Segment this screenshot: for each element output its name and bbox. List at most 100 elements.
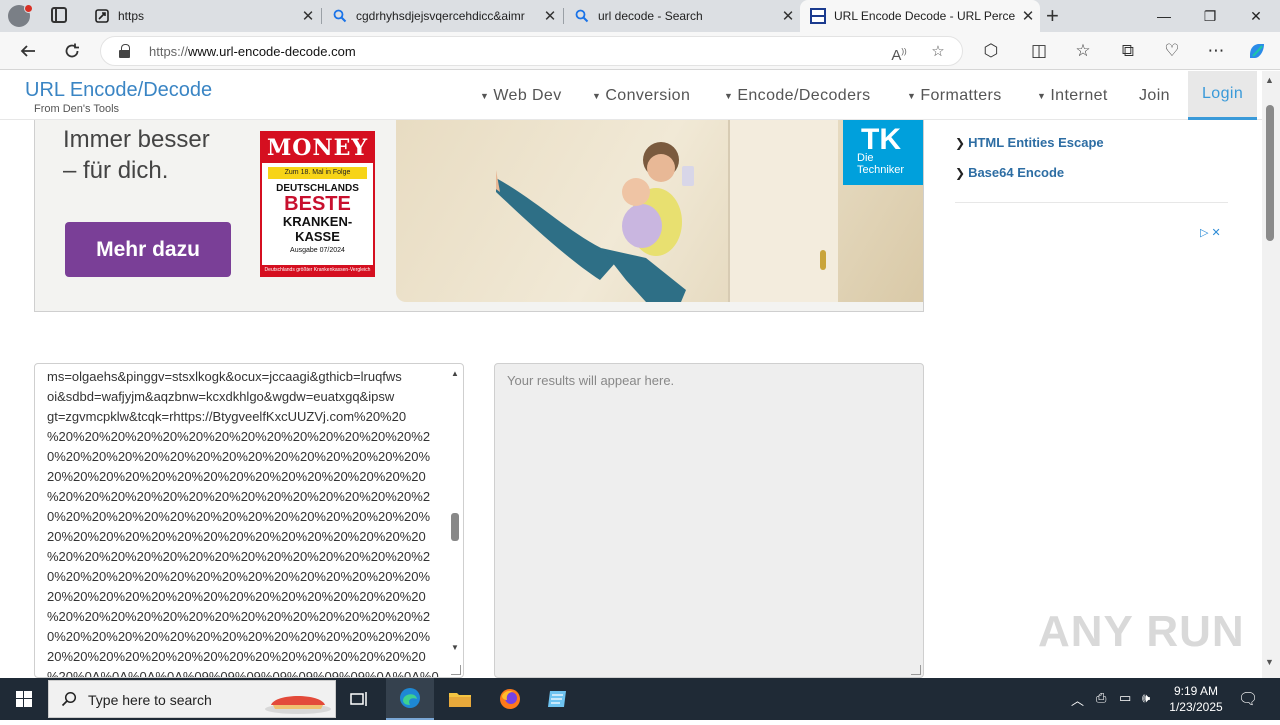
chevron-right-icon: ❯ [955,166,966,180]
lock-icon[interactable] [119,44,130,58]
copilot-icon[interactable] [1243,38,1271,64]
caret-down-icon: ▼ [724,90,734,101]
page-scrollbar[interactable]: ▲ ▼ [1262,71,1280,678]
web-page: URL Encode/Decode From Den's Tools ▼ Web … [0,71,1262,678]
notepad-icon[interactable] [534,678,582,720]
woman-with-baby-illustration [496,142,694,302]
textarea-scroll-thumb[interactable] [451,513,459,541]
sidebar-link-html-entities-escape[interactable]: ❯ HTML Entities Escape [955,135,1104,150]
close-window-icon[interactable]: ✕ [1233,0,1279,32]
input-text-line: 20%20%20%20%20%20%20%20%20%20%20%20%20%2… [47,529,426,544]
search-icon [574,8,590,24]
restore-icon[interactable]: ❐ [1187,0,1233,32]
nav-internet[interactable]: ▼ Internet [1037,71,1108,120]
taskbar-search-box[interactable]: Type here to search [48,680,336,718]
favorite-star-icon[interactable]: ☆ [927,41,949,63]
tk-logo: TK Die Techniker [843,120,923,185]
browser-tab-query[interactable]: cgdrhyhsdjejsvqercehdicc&aimr ✕ [322,0,562,32]
site-brand-link[interactable]: URL Encode/Decode [25,79,212,102]
extensions-icon[interactable]: ⬡ [977,38,1005,64]
more-menu-icon[interactable]: ⋯ [1202,38,1230,64]
adchoices-icon[interactable]: ▷ ✕ [1200,226,1221,239]
results-output-textarea[interactable]: Your results will appear here. [494,363,924,678]
input-text-line: %20%20%20%20%20%20%20%20%20%20%20%20%20%… [47,429,431,444]
windows-taskbar: Type here to search ︿ ⎙ ▭ 🕪 9:19 AM 1/23… [0,678,1280,720]
input-text-line: oi&sdbd=wafjyjm&aqzbnw=kcxdkhlgo&wgdw=eu… [47,389,395,404]
scroll-down-icon[interactable]: ▼ [1265,657,1274,667]
edge-taskbar-icon[interactable] [386,678,434,720]
taskbar-clock[interactable]: 9:19 AM 1/23/2025 [1160,683,1232,715]
input-text-line: %20%20%20%20%20%20%20%20%20%20%20%20%20%… [47,609,431,624]
page-icon [94,8,110,24]
close-tab-icon[interactable]: ✕ [296,7,320,25]
profile-avatar-icon[interactable] [8,4,33,27]
tab-actions-icon[interactable] [51,7,67,23]
input-text-line: %20%20%20%20%20%20%20%20%20%20%20%20%20%… [47,549,431,564]
refresh-icon[interactable] [58,38,86,64]
input-text-line: %20%0A%0A%0A%0A%09%09%09%09%09%09%09%0A%… [47,669,439,678]
ad-mehr-dazu-button[interactable]: Mehr dazu [65,222,231,277]
browser-tab-https[interactable]: https ✕ [84,0,320,32]
nav-web-dev[interactable]: ▼ Web Dev [480,71,562,120]
new-tab-icon[interactable]: + [1046,3,1059,29]
input-text-line: 0%20%20%20%20%20%20%20%20%20%20%20%20%20… [47,509,431,524]
nav-formatters[interactable]: ▼ Formatters [907,71,1002,120]
volume-icon[interactable]: 🕪 [1142,690,1150,706]
results-placeholder: Your results will appear here. [507,373,675,388]
ad-photo: TK Die Techniker [396,120,923,302]
address-bar[interactable]: https://www.url-encode-decode.com A)) ☆ [100,36,963,66]
input-text-content[interactable]: ms=olgaehs&pinggv=stsxlkogk&ocux=jccaagi… [47,367,439,678]
read-aloud-icon[interactable]: A)) [888,41,910,64]
encode-input-textarea[interactable]: ms=olgaehs&pinggv=stsxlkogk&ocux=jccaagi… [34,363,464,678]
nav-encode-decoders[interactable]: ▼ Encode/Decoders [724,71,871,120]
close-tab-icon[interactable]: ✕ [538,7,562,25]
input-text-line: 0%20%20%20%20%20%20%20%20%20%20%20%20%20… [47,449,431,464]
nav-login[interactable]: Login [1188,71,1258,120]
tab-title: cgdrhyhsdjejsvqercehdicc&aimr [356,9,525,23]
browser-tab-search[interactable]: url decode - Search ✕ [564,0,800,32]
firefox-icon[interactable] [486,678,534,720]
input-text-line: %20%20%20%20%20%20%20%20%20%20%20%20%20%… [47,489,431,504]
network-icon[interactable]: ▭ [1119,690,1131,706]
minimize-icon[interactable]: — [1141,0,1187,32]
caret-down-icon: ▼ [1037,90,1047,101]
favorites-icon[interactable]: ☆ [1069,38,1097,64]
close-tab-icon[interactable]: ✕ [776,7,800,25]
scroll-down-icon[interactable]: ▼ [451,643,459,652]
tray-overflow-icon[interactable]: ︿ [1071,690,1084,709]
nav-conversion[interactable]: ▼ Conversion [592,71,690,120]
split-screen-icon[interactable]: ◫ [1025,38,1053,64]
input-text-line: 0%20%20%20%20%20%20%20%20%20%20%20%20%20… [47,569,431,584]
caret-down-icon: ▼ [907,90,917,101]
search-icon [61,691,77,707]
collections-icon[interactable]: ⧉ [1114,38,1142,64]
input-text-line: 20%20%20%20%20%20%20%20%20%20%20%20%20%2… [47,589,426,604]
back-icon[interactable] [14,38,42,64]
scroll-up-icon[interactable]: ▲ [1265,75,1274,85]
nav-join[interactable]: Join [1139,71,1170,120]
file-explorer-icon[interactable] [436,678,484,720]
sidebar-link-base64-encode[interactable]: ❯ Base64 Encode [955,165,1064,180]
browser-tab-bar: https ✕ cgdrhyhsdjejsvqercehdicc&aimr ✕ … [0,0,1280,32]
page-scroll-thumb[interactable] [1266,105,1274,241]
input-text-line: 0%20%20%20%20%20%20%20%20%20%20%20%20%20… [47,629,431,644]
site-favicon-icon [810,8,826,24]
browser-tab-active[interactable]: URL Encode Decode - URL Percen ✕ [800,0,1040,32]
taskbar-search-placeholder: Type here to search [88,692,212,708]
browser-toolbar: https://www.url-encode-decode.com A)) ☆ … [0,32,1280,70]
notifications-icon[interactable]: 🗨 [1238,689,1258,709]
close-tab-icon[interactable]: ✕ [1016,7,1040,25]
windows-start-icon[interactable] [0,678,48,720]
resize-handle-icon[interactable] [911,665,921,675]
scroll-up-icon[interactable]: ▲ [451,369,459,378]
ad-slogan: Immer besser – für dich. [63,126,210,184]
resize-handle-icon[interactable] [451,665,461,675]
address-url[interactable]: https://www.url-encode-decode.com [149,44,356,59]
advertisement-banner[interactable]: Immer besser – für dich. Mehr dazu MONEY… [34,120,924,312]
sidebar-divider [955,202,1228,203]
textarea-scrollbar[interactable]: ▲ ▼ [448,365,462,675]
tray-device-icon[interactable]: ⎙ [1096,690,1106,706]
caret-down-icon: ▼ [592,90,602,101]
task-view-icon[interactable] [336,678,384,720]
browser-essentials-icon[interactable]: ♡ [1158,38,1186,64]
